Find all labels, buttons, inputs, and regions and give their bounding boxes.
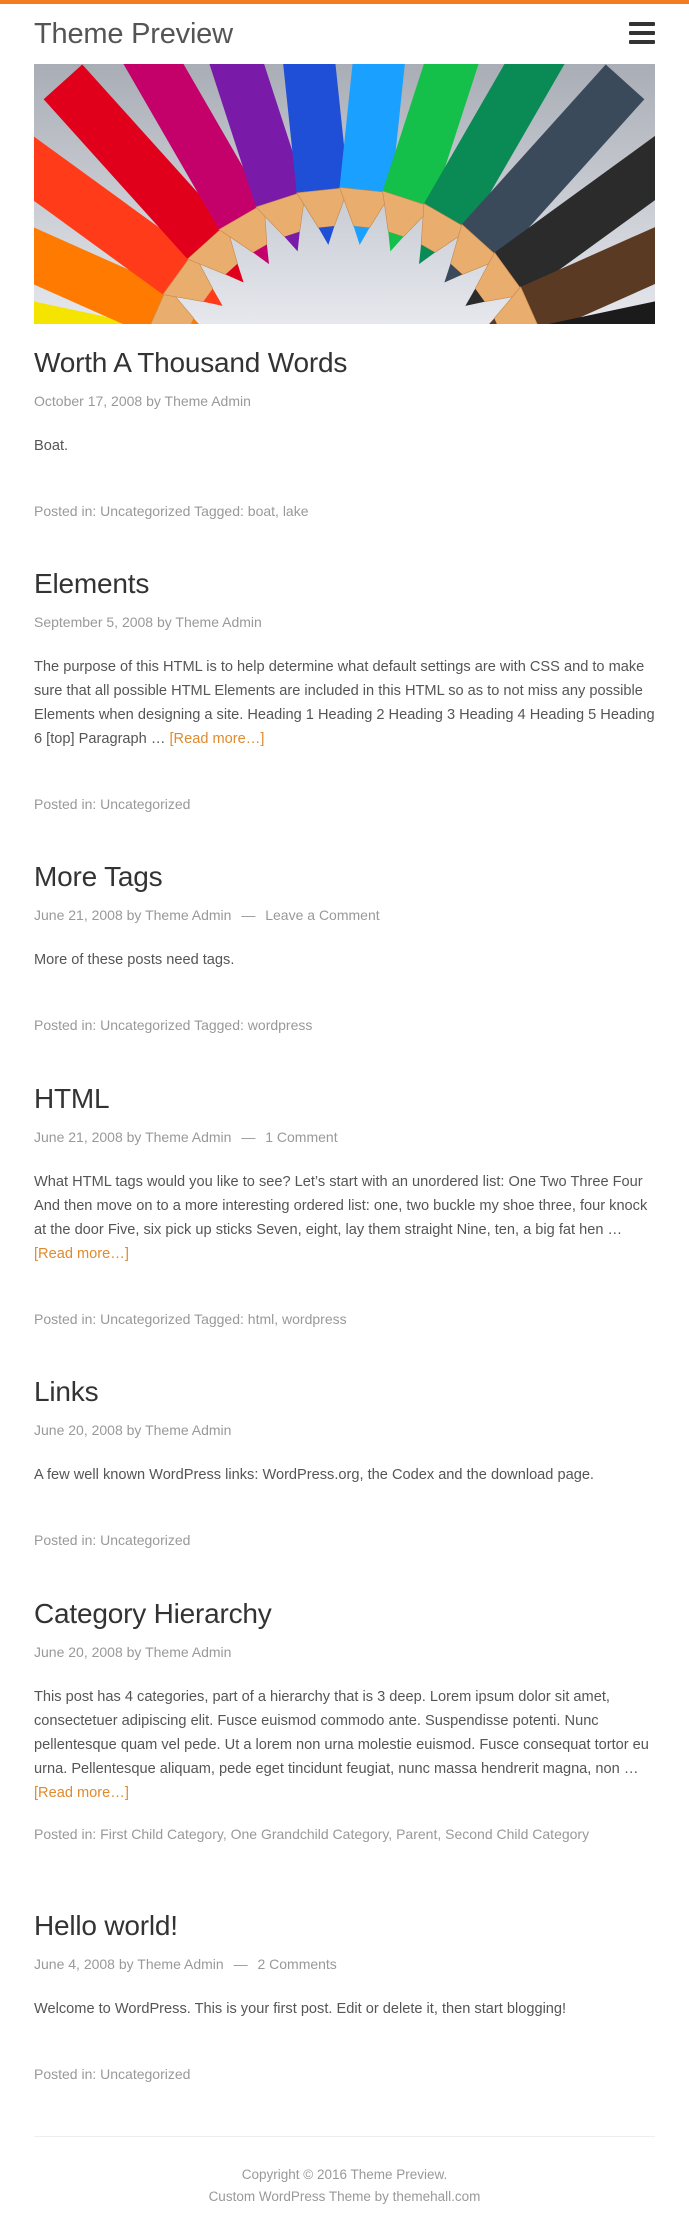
post-1: Worth A Thousand Words October 17, 2008 … — [34, 346, 655, 526]
post-title-link[interactable]: HTML — [34, 1083, 110, 1114]
post-4: HTML June 21, 2008 by Theme Admin — 1 Co… — [34, 1082, 655, 1332]
top-accent-bar — [0, 0, 689, 4]
site-header: Theme Preview — [34, 14, 655, 58]
post-tags[interactable]: html, wordpress — [248, 1311, 347, 1327]
theme-credit-link[interactable]: Custom WordPress Theme by themehall.com — [209, 2189, 481, 2204]
posted-in-label: Posted in: — [34, 2066, 97, 2082]
site-title[interactable]: Theme Preview — [34, 18, 233, 51]
post-excerpt: A few well known WordPress links: WordPr… — [34, 1467, 594, 1483]
post-footer: Posted in: Uncategorized — [34, 2065, 190, 2083]
tagged-label: Tagged: — [194, 503, 244, 519]
post-tags[interactable]: boat, lake — [248, 503, 309, 519]
post-footer: Posted in: Uncategorized Tagged: html, w… — [34, 1310, 347, 1328]
post-author[interactable]: Theme Admin — [145, 1422, 231, 1438]
by-label: by — [118, 1956, 134, 1972]
post-title-link[interactable]: Hello world! — [34, 1910, 178, 1941]
meta-separator: — — [233, 1956, 248, 1972]
post-author[interactable]: Theme Admin — [145, 1644, 231, 1660]
by-label: by — [126, 907, 142, 923]
post-footer: Posted in: First Child Category, One Gra… — [34, 1825, 589, 1843]
footer-divider — [34, 2136, 655, 2137]
post-author[interactable]: Theme Admin — [165, 393, 251, 409]
post-categories[interactable]: Uncategorized — [100, 1311, 190, 1327]
post-meta: September 5, 2008 by Theme Admin — [34, 613, 262, 631]
post-meta: June 21, 2008 by Theme Admin — Leave a C… — [34, 906, 380, 924]
colored-pencils-image — [34, 64, 655, 324]
post-5: Links June 20, 2008 by Theme Admin A few… — [34, 1375, 655, 1555]
posted-in-label: Posted in: — [34, 1017, 97, 1033]
post-excerpt: Boat. — [34, 438, 69, 454]
meta-separator: — — [241, 1129, 256, 1145]
posted-in-label: Posted in: — [34, 796, 97, 812]
post-7: Hello world! June 4, 2008 by Theme Admin… — [34, 1909, 655, 2089]
post-categories[interactable]: Uncategorized — [100, 1017, 190, 1033]
post-meta: June 4, 2008 by Theme Admin — 2 Comments — [34, 1955, 337, 1973]
site-footer: Copyright © 2016 Theme Preview. Custom W… — [0, 2164, 689, 2208]
post-author[interactable]: Theme Admin — [145, 1129, 231, 1145]
by-label: by — [156, 614, 172, 630]
post-footer: Posted in: Uncategorized Tagged: boat, l… — [34, 502, 309, 520]
post-categories[interactable]: First Child Category, One Grandchild Cat… — [100, 1826, 589, 1842]
post-3: More Tags June 21, 2008 by Theme Admin —… — [34, 860, 655, 1040]
post-categories[interactable]: Uncategorized — [100, 796, 190, 812]
post-6: Category Hierarchy June 20, 2008 by Them… — [34, 1597, 655, 1857]
post-tags[interactable]: wordpress — [248, 1017, 313, 1033]
post-date[interactable]: June 20, 2008 — [34, 1644, 123, 1660]
copyright-text: Copyright © 2016 Theme Preview. — [241, 2167, 448, 2182]
by-label: by — [126, 1422, 142, 1438]
by-label: by — [126, 1644, 142, 1660]
hamburger-menu-icon[interactable] — [629, 22, 655, 44]
post-excerpt: This post has 4 categories, part of a hi… — [34, 1689, 649, 1801]
post-title-link[interactable]: Worth A Thousand Words — [34, 347, 347, 378]
post-date[interactable]: June 21, 2008 — [34, 1129, 123, 1145]
post-excerpt: Welcome to WordPress. This is your first… — [34, 2001, 567, 2017]
post-title-link[interactable]: Links — [34, 1376, 99, 1407]
post-title-link[interactable]: More Tags — [34, 861, 163, 892]
by-label: by — [126, 1129, 142, 1145]
post-comments-link[interactable]: 1 Comment — [265, 1129, 337, 1145]
post-date[interactable]: June 20, 2008 — [34, 1422, 123, 1438]
post-title-link[interactable]: Category Hierarchy — [34, 1598, 272, 1629]
post-excerpt: More of these posts need tags. — [34, 952, 235, 968]
post-categories[interactable]: Uncategorized — [100, 503, 190, 519]
post-date[interactable]: June 21, 2008 — [34, 907, 123, 923]
post-date[interactable]: June 4, 2008 — [34, 1956, 115, 1972]
featured-image[interactable] — [34, 64, 655, 324]
read-more-link[interactable]: [Read more…] — [34, 1246, 129, 1262]
by-label: by — [146, 393, 161, 409]
posted-in-label: Posted in: — [34, 503, 97, 519]
post-author[interactable]: Theme Admin — [175, 614, 261, 630]
post-categories[interactable]: Uncategorized — [100, 2066, 190, 2082]
post-author[interactable]: Theme Admin — [137, 1956, 223, 1972]
post-categories[interactable]: Uncategorized — [100, 1532, 190, 1548]
post-excerpt: The purpose of this HTML is to help dete… — [34, 659, 655, 747]
posted-in-label: Posted in: — [34, 1826, 97, 1842]
post-comments-link[interactable]: 2 Comments — [257, 1956, 336, 1972]
post-footer: Posted in: Uncategorized Tagged: wordpre… — [34, 1016, 312, 1034]
post-author[interactable]: Theme Admin — [145, 907, 231, 923]
read-more-link[interactable]: [Read more…] — [170, 731, 265, 747]
post-meta: June 20, 2008 by Theme Admin — [34, 1421, 231, 1439]
post-title-link[interactable]: Elements — [34, 568, 149, 599]
post-2: Elements September 5, 2008 by Theme Admi… — [34, 567, 655, 817]
read-more-link[interactable]: [Read more…] — [34, 1785, 129, 1801]
post-footer: Posted in: Uncategorized — [34, 1531, 190, 1549]
meta-separator: — — [241, 907, 256, 923]
tagged-label: Tagged: — [194, 1017, 244, 1033]
post-meta: June 20, 2008 by Theme Admin — [34, 1643, 231, 1661]
post-excerpt: What HTML tags would you like to see? Le… — [34, 1174, 648, 1262]
tagged-label: Tagged: — [194, 1311, 244, 1327]
post-meta: October 17, 2008 by Theme Admin — [34, 392, 251, 410]
post-comments-link[interactable]: Leave a Comment — [265, 907, 379, 923]
post-meta: June 21, 2008 by Theme Admin — 1 Comment — [34, 1128, 338, 1146]
post-date[interactable]: September 5, 2008 — [34, 614, 153, 630]
post-date[interactable]: October 17, 2008 — [34, 393, 142, 409]
posted-in-label: Posted in: — [34, 1532, 97, 1548]
posted-in-label: Posted in: — [34, 1311, 97, 1327]
post-footer: Posted in: Uncategorized — [34, 795, 190, 813]
